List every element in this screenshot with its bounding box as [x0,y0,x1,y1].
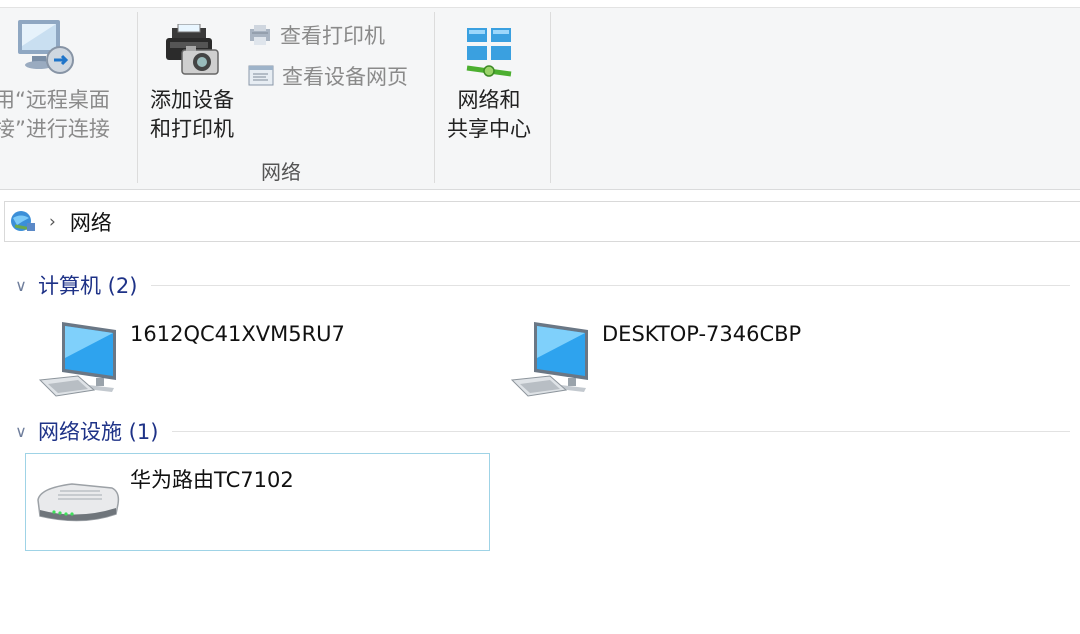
view-printers-button[interactable]: 查看打印机 [248,20,385,50]
router-icon [37,483,120,522]
collapse-chevron-icon[interactable]: ∨ [10,276,32,295]
network-center-label-line2: 共享中心 [447,117,531,141]
router-name: 华为路由TC7102 [130,468,294,492]
add-devices-label-line2: 和打印机 [150,117,234,141]
computer-name: 1612QC41XVM5RU7 [130,322,345,346]
group-divider [151,284,1070,286]
webpage-icon [248,65,274,86]
network-sharing-center-button[interactable]: 网络和 共享中心 [442,24,536,144]
ribbon: 用“远程桌面 接”进行连接 添加设备 和打印机 查看打印机 查看设备网页 网络 … [0,0,1080,190]
add-devices-label-line1: 添加设备 [150,88,234,112]
breadcrumb-chevron-icon[interactable]: › [49,212,56,232]
printer-icon [250,25,270,45]
computer-item[interactable]: 1612QC41XVM5RU7 [26,312,426,408]
ribbon-group-network-label: 网络 [261,160,301,184]
network-center-icon [466,28,512,77]
group-header-network-infrastructure[interactable]: ∨ 网络设施 (1) [10,416,1080,446]
computer-name: DESKTOP-7346CBP [602,322,802,346]
view-device-webpage-label: 查看设备网页 [282,65,408,89]
ribbon-separator [434,12,435,183]
network-globe-icon [11,210,35,231]
remote-desktop-icon [18,20,74,74]
collapse-chevron-icon[interactable]: ∨ [10,422,32,441]
group-header-computers[interactable]: ∨ 计算机 (2) [10,270,1080,300]
breadcrumb-network[interactable]: 网络 [70,207,112,237]
group-divider [172,430,1070,432]
computer-icon [38,322,116,397]
view-device-webpage-button[interactable]: 查看设备网页 [248,61,408,91]
add-devices-printers-button[interactable]: 添加设备 和打印机 [146,24,238,144]
address-bar[interactable]: › 网络 [4,201,1080,242]
group-title-computers: 计算机 (2) [38,274,138,298]
ribbon-separator [550,12,551,183]
ribbon-separator [137,12,138,183]
remote-desktop-label-line1: 用“远程桌面 [0,88,110,112]
computer-item[interactable]: DESKTOP-7346CBP [498,312,898,408]
computer-icon [510,322,588,397]
remote-desktop-button[interactable]: 用“远程桌面 接”进行连接 [0,16,126,141]
network-center-label-line1: 网络和 [457,88,521,112]
ribbon-top-edge [0,0,1080,8]
group-title-network-infrastructure: 网络设施 (1) [38,420,159,444]
view-printers-label: 查看打印机 [280,24,385,48]
printer-camera-icon [166,24,219,75]
router-item[interactable]: 华为路由TC7102 [25,453,490,551]
remote-desktop-label-line2: 接”进行连接 [0,117,110,141]
